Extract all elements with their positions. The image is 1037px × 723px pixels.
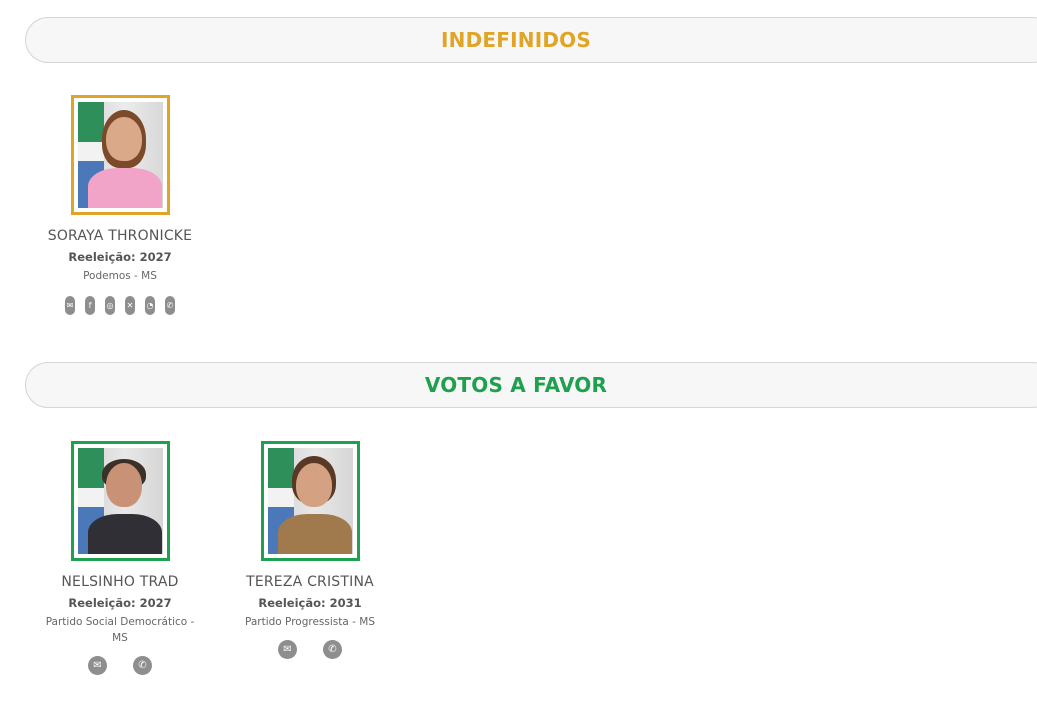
member-party: Podemos - MS <box>83 270 157 282</box>
member-name[interactable]: NELSINHO TRAD <box>20 574 220 590</box>
member-card-nelsinho-trad: NELSINHO TRAD Reeleição: 2027 Partido So… <box>20 441 220 675</box>
member-photo-frame[interactable] <box>260 441 360 561</box>
member-photo <box>77 102 163 208</box>
member-party: Partido Social Democrático - MS <box>45 616 195 644</box>
member-photo-frame[interactable] <box>70 441 170 561</box>
email-icon[interactable]: ✉ <box>278 640 297 659</box>
member-reelection: Reeleição: 2027 <box>68 250 172 264</box>
member-reelection: Reeleição: 2027 <box>68 596 172 610</box>
member-name[interactable]: TEREZA CRISTINA <box>210 574 410 590</box>
section-header-indefinidos: INDEFINIDOS <box>25 17 1037 63</box>
phone-icon[interactable]: ✆ <box>323 640 342 659</box>
phone-icon[interactable]: ✆ <box>133 656 152 675</box>
section-title: VOTOS A FAVOR <box>424 373 608 397</box>
member-photo <box>267 448 353 554</box>
member-photo <box>77 448 163 554</box>
member-card-tereza-cristina: TEREZA CRISTINA Reeleição: 2031 Partido … <box>210 441 410 659</box>
x-icon[interactable]: ✕ <box>125 296 135 315</box>
member-card-soraya-thronicke: SORAYA THRONICKE Reeleição: 2027 Podemos… <box>20 95 220 315</box>
member-contacts: ✉ ✆ <box>210 640 410 659</box>
phone-icon[interactable]: ✆ <box>165 296 175 315</box>
section-header-votos-a-favor: VOTOS A FAVOR <box>25 362 1037 408</box>
email-icon[interactable]: ✉ <box>65 296 75 315</box>
member-contacts: ✉ ✆ <box>20 656 220 675</box>
email-icon[interactable]: ✉ <box>88 656 107 675</box>
member-party: Partido Progressista - MS <box>244 616 375 628</box>
instagram-icon[interactable]: ◎ <box>105 296 115 315</box>
member-name[interactable]: SORAYA THRONICKE <box>20 228 220 244</box>
member-photo-frame[interactable] <box>70 95 170 215</box>
member-reelection: Reeleição: 2031 <box>258 596 362 610</box>
member-contacts: ✉ f ◎ ✕ ◔ ✆ <box>20 296 220 315</box>
whatsapp-icon[interactable]: ◔ <box>145 296 155 315</box>
section-title: INDEFINIDOS <box>441 28 591 52</box>
facebook-icon[interactable]: f <box>85 296 95 315</box>
